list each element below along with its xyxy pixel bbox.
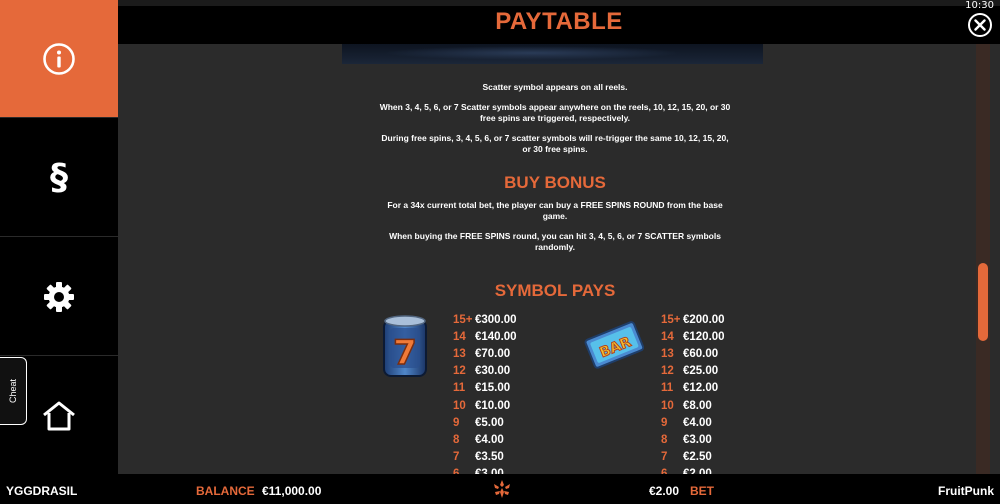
cheat-tab[interactable]: Cheat [0, 357, 27, 425]
info-icon [43, 42, 75, 75]
pay-count: 15+ [661, 313, 681, 326]
pay-row: 12 €30.00 [453, 363, 517, 380]
pay-count: 10 [661, 399, 674, 412]
home-icon [43, 401, 75, 430]
bet-label: BET [690, 484, 714, 498]
pay-value: €200.00 [683, 313, 725, 326]
balance-label: BALANCE [196, 484, 255, 498]
pay-count: 8 [661, 433, 668, 446]
pay-value: €12.00 [683, 382, 719, 395]
pay-value: €60.00 [683, 347, 719, 360]
symbol-pays-heading: SYMBOL PAYS [494, 281, 616, 300]
pay-value: €5.00 [475, 416, 504, 429]
pay-count: 12 [453, 365, 466, 378]
game-art-banner [342, 44, 763, 64]
scrollbar-thumb[interactable] [978, 263, 988, 341]
pay-count: 11 [661, 382, 674, 395]
sidebar-item-rules[interactable]: § [0, 119, 118, 237]
seven-can-icon: 7 [383, 315, 427, 377]
pay-row: 11 €15.00 [453, 380, 517, 397]
buy-bonus-text-1b: game. [542, 211, 568, 221]
pay-row: 11 €12.00 [661, 380, 725, 397]
bet-value: €2.00 [649, 484, 680, 498]
page-title: PAYTABLE [495, 8, 623, 35]
scatter-text-3b: or 30 free spins. [522, 144, 588, 154]
pay-value: €4.00 [683, 416, 712, 429]
bar-pays-table: 15+ €200.00 14 €120.00 13 €60.00 12 €25.00 1… [661, 311, 725, 483]
pay-count: 7 [453, 451, 460, 464]
pay-value: €25.00 [683, 365, 719, 378]
pay-count: 14 [661, 330, 674, 343]
buy-bonus-text-2b: randomly. [535, 242, 575, 252]
sidebar-item-settings[interactable] [0, 238, 118, 356]
pay-value: €70.00 [475, 347, 511, 360]
game-name: FruitPunk [938, 484, 994, 498]
pay-count: 13 [661, 347, 674, 360]
pay-row: 7 €3.50 [453, 449, 517, 466]
pay-value: €4.00 [475, 433, 504, 446]
pay-row: 8 €4.00 [453, 431, 517, 448]
pay-row: 7 €2.50 [661, 449, 725, 466]
pay-count: 8 [453, 433, 460, 446]
gear-icon [44, 281, 74, 312]
yggdrasil-tree-icon [494, 480, 510, 498]
bar-candy-icon: BAR [584, 321, 644, 369]
status-clock: 10:30 [965, 0, 994, 11]
pay-value: €300.00 [475, 313, 517, 326]
pay-row: 9 €5.00 [453, 414, 517, 431]
pay-row: 13 €70.00 [453, 345, 517, 362]
close-button[interactable] [968, 13, 992, 37]
pay-row: 15+ €300.00 [453, 311, 517, 328]
pay-row: 9 €4.00 [661, 414, 725, 431]
seven-can-glyph: 7 [393, 333, 417, 373]
buy-bonus-text-1a: For a 34x current total bet, the player … [387, 200, 723, 210]
pay-row: 12 €25.00 [661, 363, 725, 380]
pay-value: €2.50 [683, 451, 712, 464]
sidebar-item-info[interactable] [0, 0, 118, 118]
cheat-label: Cheat [8, 378, 18, 404]
scatter-text-1: Scatter symbol appears on all reels. [482, 82, 628, 92]
close-icon [974, 19, 986, 31]
pay-count: 12 [661, 365, 674, 378]
pay-row: 14 €140.00 [453, 328, 517, 345]
scatter-text-3a: During free spins, 3, 4, 5, 6, or 7 scat… [381, 133, 729, 143]
pay-count: 11 [453, 382, 466, 395]
pay-value: €8.00 [683, 399, 712, 412]
pay-count: 10 [453, 399, 466, 412]
pay-value: €120.00 [683, 330, 725, 343]
pay-row: 15+ €200.00 [661, 311, 725, 328]
balance-value: €11,000.00 [262, 484, 322, 498]
pay-row: 14 €120.00 [661, 328, 725, 345]
pay-count: 13 [453, 347, 466, 360]
provider-brand: YGGDRASIL [6, 484, 78, 498]
pay-value: €10.00 [475, 399, 511, 412]
pay-value: €3.50 [475, 451, 504, 464]
pay-count: 15+ [453, 313, 473, 326]
paragraph-icon: § [50, 157, 68, 198]
pay-value: €30.00 [475, 365, 511, 378]
pay-count: 9 [453, 416, 460, 429]
pay-value: €15.00 [475, 382, 511, 395]
scatter-text-2b: free spins are triggered, respectively. [479, 113, 631, 123]
scrollbar-track[interactable] [976, 44, 990, 474]
buy-bonus-text-2a: When buying the FREE SPINS round, you ca… [389, 231, 721, 241]
pay-value: €3.00 [683, 433, 712, 446]
pay-count: 9 [661, 416, 668, 429]
pay-row: 10 €8.00 [661, 397, 725, 414]
pay-value: €140.00 [475, 330, 517, 343]
pay-row: 10 €10.00 [453, 397, 517, 414]
buy-bonus-heading: BUY BONUS [504, 173, 606, 192]
pay-count: 7 [661, 451, 668, 464]
pay-row: 8 €3.00 [661, 431, 725, 448]
seven-pays-table: 15+ €300.00 14 €140.00 13 €70.00 12 €30.00 1… [453, 311, 517, 483]
scatter-text-2a: When 3, 4, 5, 6, or 7 Scatter symbols ap… [379, 102, 731, 112]
pay-row: 13 €60.00 [661, 345, 725, 362]
pay-count: 14 [453, 330, 466, 343]
